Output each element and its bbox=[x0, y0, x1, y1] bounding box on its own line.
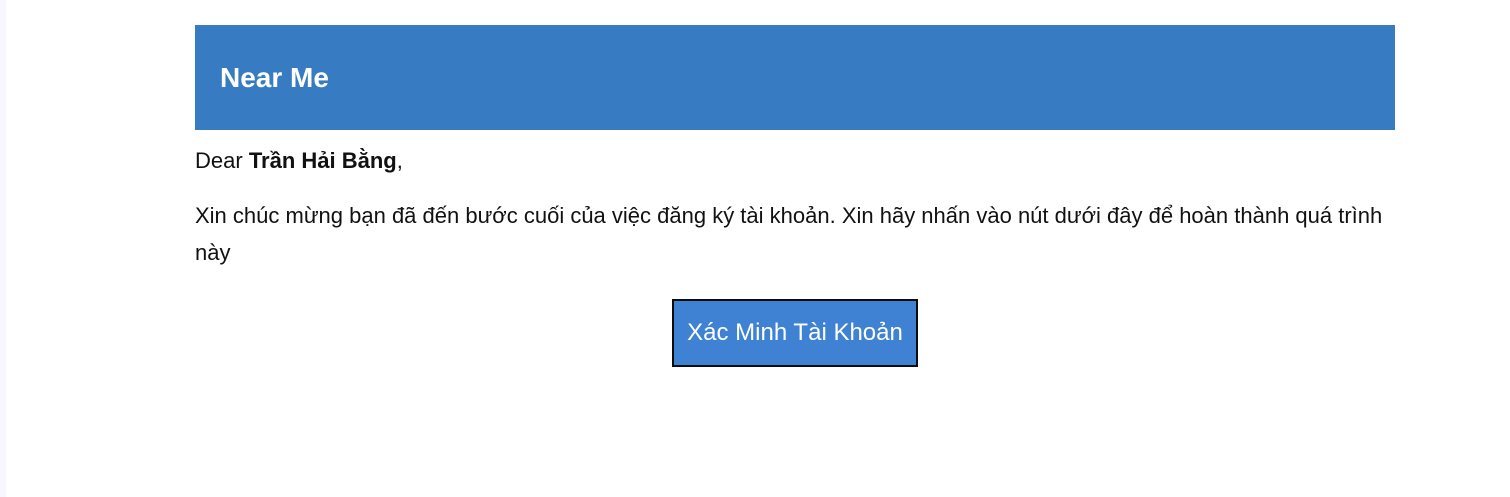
brand-title: Near Me bbox=[220, 61, 329, 93]
greeting-salutation: Dear bbox=[195, 148, 243, 173]
cta-container: Xác Minh Tài Khoản bbox=[672, 299, 918, 367]
greeting-punctuation: , bbox=[396, 148, 403, 173]
verify-account-button[interactable]: Xác Minh Tài Khoản bbox=[672, 299, 918, 367]
recipient-name: Trần Hải Bằng bbox=[248, 148, 397, 173]
greeting: Dear Trần Hải Bằng, bbox=[195, 148, 1395, 174]
header-banner: Near Me bbox=[195, 25, 1395, 130]
message-text: Xin chúc mừng bạn đã đến bước cuối của v… bbox=[195, 203, 1383, 265]
left-gutter bbox=[0, 0, 6, 497]
email-body: Near Me Dear Trần Hải Bằng, Xin chúc mừn… bbox=[195, 25, 1395, 367]
